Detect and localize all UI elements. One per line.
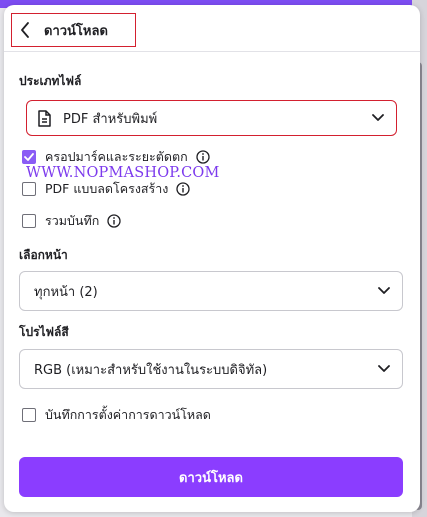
chevron-down-icon: [378, 365, 390, 373]
panel-header: ดาวน์โหลด: [4, 5, 420, 52]
pages-value: ทุกหน้า (2): [34, 284, 98, 300]
include-notes-option[interactable]: รวมบันทึก: [22, 211, 121, 231]
file-type-select[interactable]: PDF สำหรับพิมพ์: [26, 100, 397, 136]
document-icon: [37, 109, 51, 127]
download-panel: ดาวน์โหลด ประเภทไฟล์ PDF สำหรับพิมพ์ ครอ…: [4, 5, 420, 512]
info-icon[interactable]: [196, 150, 210, 164]
chevron-down-icon: [378, 287, 390, 295]
save-settings-label: บันทึกการตั้งค่าการดาวน์โหลด: [45, 407, 211, 422]
download-button[interactable]: ดาวน์โหลด: [19, 457, 403, 497]
crop-marks-option[interactable]: ครอปมาร์คและระยะตัดตก: [22, 147, 210, 167]
crop-marks-checkbox[interactable]: [22, 150, 36, 164]
pages-select[interactable]: ทุกหน้า (2): [19, 271, 403, 311]
save-settings-option[interactable]: บันทึกการตั้งค่าการดาวน์โหลด: [22, 405, 211, 425]
chevron-left-icon: [21, 22, 29, 38]
color-profile-value: RGB (เหมาะสำหรับใช้งานในระบบดิจิทัล): [34, 362, 268, 378]
color-profile-select[interactable]: RGB (เหมาะสำหรับใช้งานในระบบดิจิทัล): [19, 349, 403, 389]
file-type-value: PDF สำหรับพิมพ์: [63, 111, 158, 127]
back-button[interactable]: ดาวน์โหลด: [11, 13, 136, 47]
info-icon[interactable]: [176, 182, 191, 196]
flatten-pdf-option[interactable]: PDF แบบลดโครงสร้าง: [22, 179, 191, 199]
flatten-pdf-label: PDF แบบลดโครงสร้าง: [45, 181, 169, 196]
include-notes-label: รวมบันทึก: [45, 213, 100, 228]
file-type-label: ประเภทไฟล์: [19, 74, 82, 88]
flatten-pdf-checkbox[interactable]: [22, 182, 36, 196]
color-profile-label: โปรไฟล์สี: [19, 325, 69, 339]
chevron-down-icon: [372, 114, 384, 122]
panel-title: ดาวน์โหลด: [44, 23, 108, 39]
save-settings-checkbox[interactable]: [22, 408, 36, 422]
crop-marks-label: ครอปมาร์คและระยะตัดตก: [45, 149, 188, 164]
info-icon[interactable]: [107, 214, 121, 228]
pages-label: เลือกหน้า: [19, 248, 68, 262]
include-notes-checkbox[interactable]: [22, 214, 36, 228]
